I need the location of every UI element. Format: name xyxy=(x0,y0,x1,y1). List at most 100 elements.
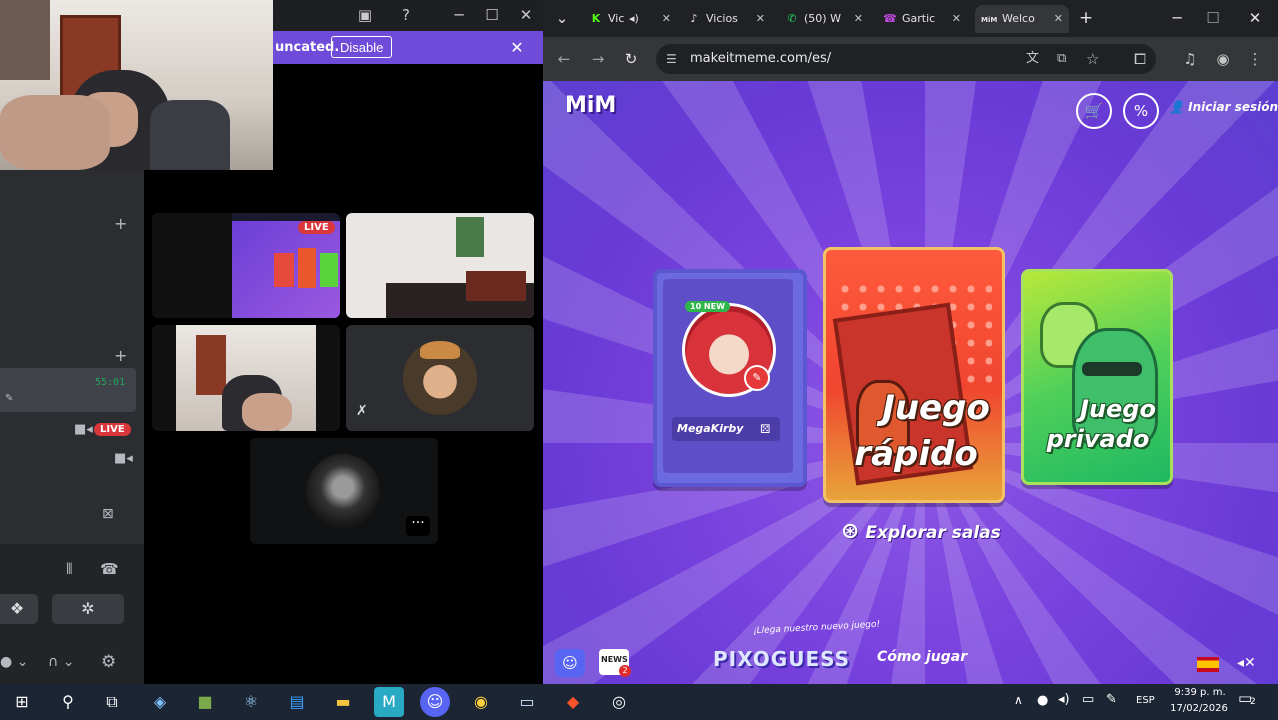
tab-search-icon[interactable]: ⌄ xyxy=(550,0,574,37)
inbox-icon[interactable]: ▣ xyxy=(355,0,375,31)
app-m-icon[interactable]: M xyxy=(374,687,404,717)
video-tile-stream[interactable]: LIVE xyxy=(152,213,340,318)
quick-game-line1: Juego xyxy=(882,388,990,428)
language-indicator[interactable]: ESP xyxy=(1136,695,1155,706)
login-button[interactable]: 👤 Iniciar sesión xyxy=(1169,100,1278,114)
omnibox[interactable]: ☰ makeitmeme.com/es/ 文 ⧉ ☆ xyxy=(656,44,1156,74)
pen-icon[interactable]: ✎ xyxy=(1106,692,1117,707)
pixoguess-link[interactable]: PIXOGUESS xyxy=(713,647,850,671)
settings-gear-icon[interactable]: ⚙ xyxy=(101,652,116,672)
file-explorer-icon[interactable]: ▬ xyxy=(328,687,358,717)
gartic-icon: ☎ xyxy=(883,12,897,25)
task-view-icon[interactable]: ⧉ xyxy=(97,687,127,717)
edit-avatar-icon[interactable]: ✎ xyxy=(744,365,770,391)
network-icon[interactable]: ▭ xyxy=(1082,692,1094,707)
reload-icon[interactable]: ↻ xyxy=(619,37,643,81)
video-tile-avatar[interactable]: ✗ xyxy=(346,325,534,431)
tab-tiktok[interactable]: ♪ Vicios ✕ xyxy=(681,5,771,33)
quick-game-button[interactable]: Juego rápido xyxy=(823,247,1005,503)
headphones-icon[interactable]: ∩ ⌄ xyxy=(48,654,74,670)
copilot-icon[interactable]: ◈ xyxy=(145,687,175,717)
close-icon[interactable]: ✕ xyxy=(507,31,527,64)
store-icon[interactable]: ▤ xyxy=(282,687,312,717)
close-tab-icon[interactable]: ✕ xyxy=(756,5,765,33)
add-icon[interactable]: + xyxy=(114,346,127,365)
volume-icon[interactable]: ◂) xyxy=(1058,692,1070,707)
how-to-play-button[interactable]: Cómo jugar xyxy=(877,649,967,665)
discord-icon[interactable]: ☺ xyxy=(555,649,585,677)
close-button[interactable]: ✕ xyxy=(516,0,536,31)
brave-icon[interactable]: ◆ xyxy=(558,687,588,717)
disconnect-icon[interactable]: ☎ xyxy=(100,560,119,578)
windows-start-icon[interactable]: ⊞ xyxy=(7,687,37,717)
clock-date[interactable]: 17/02/2026 xyxy=(1168,703,1230,714)
new-tab-icon[interactable]: + xyxy=(1074,0,1098,37)
mic-icon[interactable]: ● xyxy=(1037,693,1048,708)
shop-cart-icon[interactable]: 🛒 xyxy=(1076,93,1112,129)
bookmark-star-icon[interactable]: ☆ xyxy=(1086,44,1099,74)
maximize-button[interactable]: ☐ xyxy=(482,0,502,31)
close-tab-icon[interactable]: ✕ xyxy=(662,5,671,33)
help-icon[interactable]: ? xyxy=(396,0,416,31)
close-button[interactable]: ✕ xyxy=(1243,0,1267,37)
profile-card[interactable]: 10 NEW ✎ MegaKirby ⚄ xyxy=(653,269,807,487)
minecraft-icon[interactable]: ■ xyxy=(190,687,220,717)
username-field[interactable]: MegaKirby ⚄ xyxy=(672,417,780,441)
tiktok-icon: ♪ xyxy=(690,12,698,25)
tray-chevron-icon[interactable]: ∧ xyxy=(1014,693,1023,707)
activity-button[interactable]: ❖ xyxy=(0,594,38,624)
close-tab-icon[interactable]: ✕ xyxy=(952,5,961,33)
add-icon[interactable]: + xyxy=(114,214,127,233)
random-dice-icon[interactable]: ⚄ xyxy=(760,417,770,441)
back-icon[interactable]: ← xyxy=(552,37,576,81)
audio-icon[interactable]: ◂) xyxy=(629,5,639,33)
news-button[interactable]: NEWS 2 xyxy=(599,649,631,677)
install-app-icon[interactable]: ⧉ xyxy=(1057,44,1066,74)
tab-whatsapp[interactable]: ✆ (50) W ✕ xyxy=(779,5,869,33)
private-game-line2: privado xyxy=(1046,425,1150,453)
voice-channel-row[interactable]: 55:01 ✎ xyxy=(0,368,136,412)
minimize-button[interactable]: ─ xyxy=(449,0,469,31)
video-tile-self[interactable] xyxy=(152,325,340,431)
close-tab-icon[interactable]: ✕ xyxy=(854,5,863,33)
video-tile-user[interactable]: ··· xyxy=(250,438,438,544)
site-info-icon[interactable]: ☰ xyxy=(666,44,677,74)
discord-taskbar-icon[interactable]: ☺ xyxy=(420,687,450,717)
no-ads-icon[interactable]: % xyxy=(1123,93,1159,129)
voice-panel: ⊠ ⦀ ☎ ❖ ✲ ● ⌄ ∩ ⌄ ⚙ xyxy=(0,488,144,684)
private-game-button[interactable]: Juego privado xyxy=(1021,269,1173,485)
private-game-line1: Juego xyxy=(1080,395,1156,423)
forward-icon[interactable]: → xyxy=(586,37,610,81)
tab-gartic[interactable]: ☎ Gartic ✕ xyxy=(877,5,967,33)
effects-button[interactable]: ✲ xyxy=(52,594,124,624)
explore-rooms-button[interactable]: ⊛ Explorar salas xyxy=(841,519,1001,544)
soundboard-icon[interactable]: ⦀ xyxy=(66,560,73,578)
mim-logo[interactable]: MiM xyxy=(565,93,616,118)
media-controls-icon[interactable]: ♫ xyxy=(1178,37,1202,81)
disable-button[interactable]: Disable xyxy=(331,36,393,58)
tab-kick[interactable]: K Vic ◂) ✕ xyxy=(583,5,677,33)
minimize-button[interactable]: ─ xyxy=(1165,0,1189,37)
translate-icon[interactable]: 文 xyxy=(1026,44,1039,74)
clock-time[interactable]: 9:39 p. m. xyxy=(1170,687,1230,698)
url-text[interactable]: makeitmeme.com/es/ xyxy=(690,44,831,74)
mic-icon[interactable]: ● ⌄ xyxy=(0,654,28,670)
new-badge: 10 NEW xyxy=(685,301,730,312)
stop-stream-icon[interactable]: ⊠ xyxy=(102,506,114,522)
video-tile-room[interactable] xyxy=(346,213,534,318)
more-options-icon[interactable]: ··· xyxy=(406,516,430,536)
electron-icon[interactable]: ⚛ xyxy=(236,687,266,717)
chrome-icon[interactable]: ◉ xyxy=(466,687,496,717)
tab-makeitmeme[interactable]: MiM Welco ✕ xyxy=(975,5,1069,33)
mute-icon[interactable]: ◂✕ xyxy=(1237,655,1256,671)
close-tab-icon[interactable]: ✕ xyxy=(1054,5,1063,33)
obs-icon[interactable]: ◎ xyxy=(604,687,634,717)
search-icon[interactable]: ⚲ xyxy=(53,687,83,717)
spain-flag-icon[interactable] xyxy=(1197,657,1219,672)
profile-icon[interactable]: ◉ xyxy=(1211,37,1235,81)
menu-icon[interactable]: ⋮ xyxy=(1243,37,1267,81)
extensions-icon[interactable]: ⧠ xyxy=(1128,37,1152,81)
maximize-button[interactable]: ☐ xyxy=(1201,0,1225,37)
edit-icon[interactable]: ✎ xyxy=(5,393,13,404)
obs-browser-icon[interactable]: ▭ xyxy=(512,687,542,717)
